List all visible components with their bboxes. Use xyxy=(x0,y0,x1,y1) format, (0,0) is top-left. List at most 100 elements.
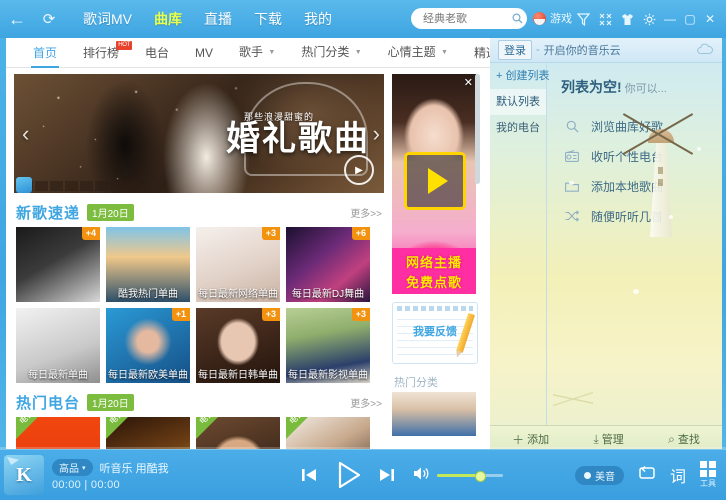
quality-selector[interactable]: 高品 ▾ xyxy=(52,459,93,476)
ad-text-band: 网络主播 免费点歌 xyxy=(392,248,476,294)
tab-collections[interactable]: 精选集 xyxy=(461,39,490,67)
cloud-icon[interactable] xyxy=(696,43,714,58)
skin-icon[interactable] xyxy=(616,0,638,38)
plus-icon: ＋ xyxy=(512,432,525,447)
tools-button[interactable]: 工具 xyxy=(700,461,716,489)
tab-mood-themes-label: 心情主题 xyxy=(387,45,436,60)
kuwo-music-window: ← ⟳ 歌词MV 曲库 直播 下载 我的 游戏 xyxy=(0,0,726,500)
banner-prev-icon[interactable]: ‹ xyxy=(22,121,29,147)
menu-item-mine[interactable]: 我的 xyxy=(293,0,343,38)
login-button[interactable]: 登录 xyxy=(498,40,532,60)
next-track-button[interactable] xyxy=(377,465,397,485)
minimize-button[interactable]: — xyxy=(660,0,680,38)
repeat-icon[interactable] xyxy=(638,465,656,486)
chevron-down-icon: ▼ xyxy=(268,48,276,56)
ad-category-thumbnail[interactable] xyxy=(392,392,476,436)
banner-next-icon[interactable]: › xyxy=(373,121,380,147)
album-plus-badge: +1 xyxy=(171,308,190,321)
refresh-icon[interactable]: ⟳ xyxy=(34,0,64,38)
search-input[interactable] xyxy=(421,11,507,26)
tab-radio[interactable]: 电台 xyxy=(132,39,182,67)
hero-banner[interactable]: 那些浪漫甜蜜的 婚礼歌曲 ‹ › ▶ xyxy=(14,74,384,193)
tab-home[interactable]: 首页 xyxy=(20,39,70,68)
menu-item-lyrics-mv[interactable]: 歌词MV xyxy=(72,0,143,38)
filter-icon[interactable] xyxy=(572,0,594,38)
section-more-link[interactable]: 更多>> xyxy=(350,205,382,220)
content-panels: 那些浪漫甜蜜的 婚礼歌曲 ‹ › ▶ 新歌速递 1月20日 更多>> +4 酷我… xyxy=(6,68,490,450)
banner-title: 婚礼歌曲 xyxy=(226,120,370,158)
live-host-ad[interactable]: 网络主播 免费点歌 ✕ xyxy=(392,74,476,294)
album-card[interactable]: 每日最新单曲 xyxy=(16,308,100,383)
banner-play-icon[interactable]: ▶ xyxy=(344,155,374,185)
album-plus-badge: +3 xyxy=(351,308,370,321)
section-more-link[interactable]: 更多>> xyxy=(350,395,382,410)
game-button[interactable]: 游戏 xyxy=(533,10,572,26)
playlist-sidebar: + 创建列表 默认列表 我的电台 xyxy=(490,63,549,425)
content-scrollbar[interactable] xyxy=(475,74,480,184)
voice-effect-button[interactable]: 美音 xyxy=(574,465,624,485)
footer-manage-button[interactable]: ⤓ 管理 xyxy=(593,431,623,447)
menu-item-library[interactable]: 曲库 xyxy=(143,0,193,38)
album-card[interactable]: +3 每日最新影视单曲 xyxy=(286,308,370,383)
tab-mv[interactable]: MV xyxy=(182,39,226,67)
footer-add-button[interactable]: ＋ 添加 xyxy=(512,431,549,448)
album-card[interactable]: +3 每日最新网络单曲 xyxy=(196,227,280,302)
menu-item-live[interactable]: 直播 xyxy=(193,0,243,38)
gear-icon[interactable] xyxy=(638,0,660,38)
time-current: 00:00 xyxy=(52,479,82,491)
lyrics-button[interactable]: 词 xyxy=(670,463,686,487)
sidebar-item-create-list[interactable]: + 创建列表 xyxy=(490,63,549,89)
volume-slider[interactable] xyxy=(436,470,503,482)
sidebar-item-default-list[interactable]: 默认列表 xyxy=(490,89,546,115)
album-card[interactable]: +4 xyxy=(16,227,100,302)
close-button[interactable]: ✕ xyxy=(700,0,720,38)
section-date-badge: 1月20日 xyxy=(87,204,134,221)
album-card[interactable]: +3 每日最新日韩单曲 xyxy=(196,308,280,383)
back-icon[interactable]: ← xyxy=(0,0,34,38)
footer-manage-label: 管理 xyxy=(601,434,624,446)
tab-ranking[interactable]: 排行榜 HOT xyxy=(70,39,133,67)
game-label: 游戏 xyxy=(550,13,572,25)
album-card[interactable]: 酷我热门单曲 xyxy=(106,227,190,302)
playlist-header: 登录 - 开启你的音乐云 xyxy=(490,38,722,63)
ad-column: 网络主播 免费点歌 ✕ 我要反馈 热门分类 xyxy=(390,68,482,450)
radio-card[interactable]: 电台 xyxy=(286,417,370,450)
album-card[interactable]: +1 每日最新欧美单曲 xyxy=(106,308,190,383)
playback-time: 00:00 | 00:00 xyxy=(52,479,169,491)
album-card[interactable]: +6 每日最新DJ舞曲 xyxy=(286,227,370,302)
time-total: 00:00 xyxy=(90,479,120,491)
play-button[interactable] xyxy=(333,460,363,490)
maximize-button[interactable]: ▢ xyxy=(680,0,700,38)
player-bar: K 高品 ▾ 听音乐 用酷我 00:00 | 00:00 美音 词 工具 xyxy=(0,449,726,500)
close-icon[interactable]: ✕ xyxy=(464,76,473,89)
main-menu: 歌词MV 曲库 直播 下载 我的 xyxy=(72,0,343,38)
hot-radio-grid: 电台 电台 电台 电台 xyxy=(6,417,390,450)
banner-thumbnails[interactable] xyxy=(20,181,138,191)
prev-track-button[interactable] xyxy=(299,465,319,485)
search-icon xyxy=(561,117,583,135)
tab-singers[interactable]: 歌手 ▼ xyxy=(226,38,288,67)
shrink-icon[interactable] xyxy=(594,0,616,38)
sidebar-item-my-radio[interactable]: 我的电台 xyxy=(490,115,546,141)
radio-card[interactable]: 电台 xyxy=(16,417,100,450)
menu-item-download[interactable]: 下载 xyxy=(243,0,293,38)
search-icon[interactable] xyxy=(507,9,527,29)
tab-mood-themes[interactable]: 心情主题 ▼ xyxy=(375,38,461,67)
radio-card[interactable]: 电台 xyxy=(106,417,190,450)
album-caption xyxy=(16,287,100,302)
volume-knob[interactable] xyxy=(474,470,486,482)
ad-play-button[interactable] xyxy=(404,152,466,210)
radio-card[interactable]: 电台 xyxy=(196,417,280,450)
play-triangle-icon xyxy=(427,168,448,194)
speaker-icon[interactable] xyxy=(413,466,431,484)
hot-badge: HOT xyxy=(116,40,133,50)
feedback-button[interactable]: 我要反馈 xyxy=(392,302,478,364)
tab-hot-categories[interactable]: 热门分类 ▼ xyxy=(288,38,374,67)
search-box[interactable] xyxy=(411,8,527,29)
search-icon: ⌕ xyxy=(668,431,675,446)
banner-logo xyxy=(16,177,32,193)
now-playing-info: 高品 ▾ 听音乐 用酷我 00:00 | 00:00 xyxy=(52,459,169,491)
quality-label: 高品 xyxy=(59,464,79,475)
new-songs-grid: +4 酷我热门单曲 +3 每日最新网络单曲 +6 每日最新DJ舞曲 每日最新单曲… xyxy=(6,227,390,383)
footer-find-button[interactable]: ⌕ 查找 xyxy=(668,431,700,447)
